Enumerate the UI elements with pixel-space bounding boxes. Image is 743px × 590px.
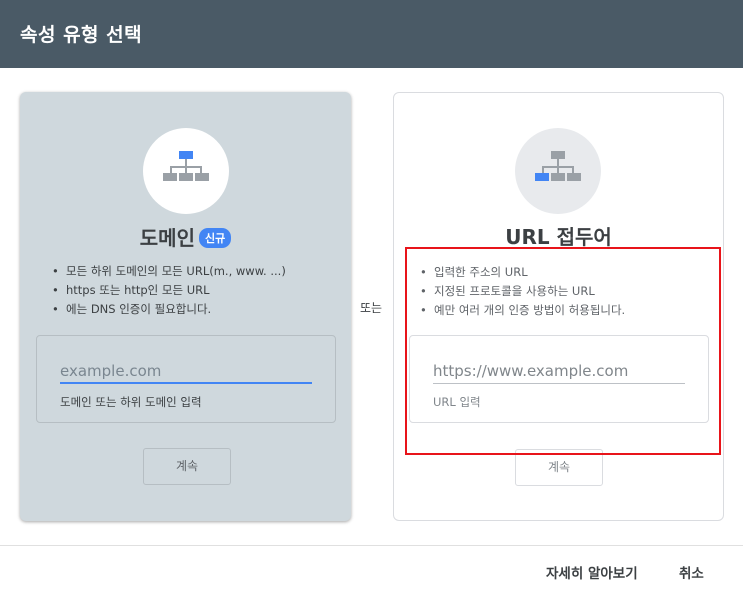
list-item: 예만 여러 개의 인증 방법이 허용됩니다.: [420, 301, 625, 320]
dialog-title: 속성 유형 선택: [20, 24, 143, 46]
domain-input[interactable]: example.com: [60, 358, 312, 384]
url-prefix-property-card[interactable]: URL 접두어 입력한 주소의 URL 지정된 프로토콜을 사용하는 URL 예…: [393, 92, 724, 521]
list-item: 에는 DNS 인증이 필요합니다.: [52, 300, 286, 319]
list-item: https 또는 http인 모든 URL: [52, 281, 286, 300]
footer-divider: [0, 545, 743, 546]
url-continue-button[interactable]: 계속: [515, 449, 603, 486]
domain-icon-circle: [143, 128, 229, 214]
dialog-header: 속성 유형 선택: [0, 0, 743, 68]
list-item: 지정된 프로토콜을 사용하는 URL: [420, 282, 625, 301]
domain-title-text: 도메인: [139, 226, 195, 250]
domain-input-help: 도메인 또는 하위 도메인 입력: [60, 395, 202, 409]
domain-card-title: 도메인 신규: [20, 222, 351, 251]
or-separator: 또는: [360, 301, 383, 315]
list-item: 입력한 주소의 URL: [420, 263, 625, 282]
cancel-button[interactable]: 취소: [679, 562, 704, 582]
domain-property-card[interactable]: 도메인신규 모든 하위 도메인의 모든 URL(m., www. ...) ht…: [20, 92, 351, 521]
url-card-title: URL 접두어: [505, 225, 612, 249]
new-badge: 신규: [198, 228, 232, 248]
list-item: 모든 하위 도메인의 모든 URL(m., www. ...): [52, 262, 286, 281]
url-feature-list: 입력한 주소의 URL 지정된 프로토콜을 사용하는 URL 예만 여러 개의 …: [420, 263, 625, 320]
domain-feature-list: 모든 하위 도메인의 모든 URL(m., www. ...) https 또는…: [52, 262, 286, 319]
domain-continue-button[interactable]: 계속: [143, 448, 231, 485]
sitemap-icon: [535, 151, 581, 181]
url-icon-circle: [515, 128, 601, 214]
sitemap-icon: [163, 151, 209, 181]
url-input-box: https://www.example.com URL 입력: [409, 335, 709, 423]
domain-input-box: example.com 도메인 또는 하위 도메인 입력: [36, 335, 336, 423]
url-input-help: URL 입력: [433, 395, 481, 409]
learn-more-button[interactable]: 자세히 알아보기: [546, 562, 638, 582]
url-input[interactable]: https://www.example.com: [433, 358, 685, 384]
